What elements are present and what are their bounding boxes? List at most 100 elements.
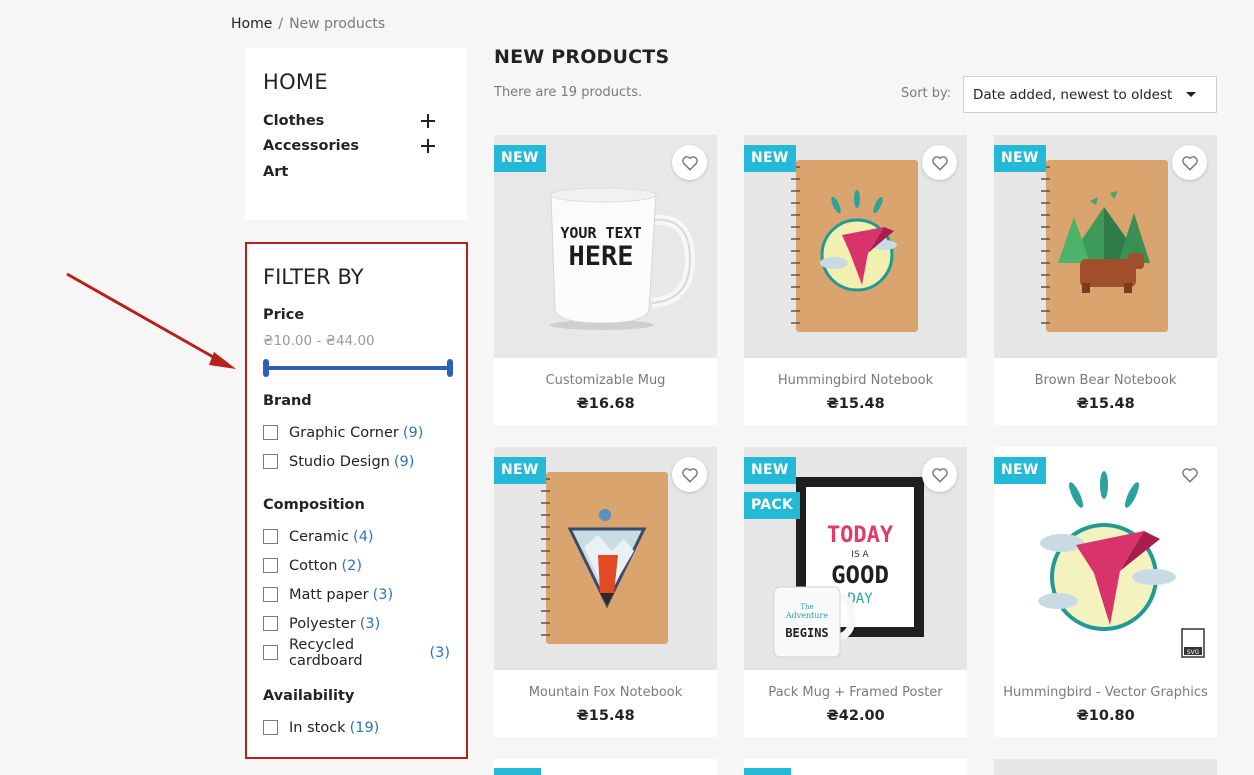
checkbox[interactable] — [263, 720, 278, 735]
product-card-hummingbird-notebook[interactable]: NEW Hummingbird Notebook ₴15.48 — [744, 135, 967, 425]
product-name[interactable]: Hummingbird - Vector Graphics — [994, 685, 1217, 700]
category-item-art[interactable]: Art — [263, 159, 449, 185]
badge-new: NEW — [744, 457, 796, 484]
wishlist-button[interactable] — [922, 457, 957, 492]
option-count: (9) — [393, 453, 415, 470]
product-card-pack-mug-poster[interactable]: TODAY IS A GOOD DAY The Adventure BEGINS… — [744, 447, 967, 737]
heart-icon — [681, 467, 698, 482]
checkbox[interactable] — [263, 645, 278, 660]
caret-down-icon — [1186, 92, 1196, 97]
product-name[interactable]: Customizable Mug — [494, 373, 717, 388]
category-item-accessories[interactable]: Accessories — [263, 134, 449, 160]
wishlist-button[interactable] — [1172, 145, 1207, 180]
mug-text-line-1: YOUR TEXT — [560, 224, 641, 242]
product-card-hummingbird-vector[interactable]: SVG NEW Hummingbird - Vector Graphics ₴1… — [994, 447, 1217, 737]
product-price: ₴10.80 — [1076, 708, 1135, 724]
category-tree: HOME Clothes Accessories Art — [245, 48, 467, 220]
product-name[interactable]: Mountain Fox Notebook — [494, 685, 717, 700]
breadcrumb-home-link[interactable]: Home — [231, 15, 272, 33]
option-count: (3) — [429, 644, 450, 661]
page-title: NEW PRODUCTS — [494, 46, 670, 68]
product-price: ₴42.00 — [826, 708, 885, 724]
facet-option-studio-design[interactable]: Studio Design (9) — [263, 447, 450, 476]
plus-icon[interactable] — [421, 113, 435, 128]
option-count: (19) — [349, 719, 380, 736]
option-label[interactable]: Ceramic — [289, 529, 349, 545]
product-card-brown-bear-notebook[interactable]: NEW Brown Bear Notebook ₴15.48 — [994, 135, 1217, 425]
facet-option-matt-paper[interactable]: Matt paper (3) — [263, 580, 450, 609]
plus-icon[interactable] — [421, 139, 435, 154]
product-name[interactable]: Pack Mug + Framed Poster — [744, 685, 967, 700]
category-item-clothes[interactable]: Clothes — [263, 108, 449, 134]
wishlist-button[interactable] — [1172, 457, 1207, 492]
facet-option-recycled-cardboard[interactable]: Recycled cardboard (3) — [263, 637, 450, 669]
poster-text-line-1: TODAY — [827, 523, 894, 548]
product-price: ₴15.48 — [576, 708, 635, 724]
heart-icon — [931, 467, 948, 482]
facet-title-price: Price — [263, 307, 305, 323]
breadcrumb-separator: / — [278, 16, 284, 32]
badge-new: NEW — [994, 145, 1046, 172]
option-label[interactable]: Recycled cardboard — [289, 637, 425, 669]
filter-panel-title: FILTER BY — [263, 265, 364, 289]
category-tree-title[interactable]: HOME — [263, 68, 449, 96]
category-list: Clothes Accessories Art — [263, 108, 449, 185]
checkbox[interactable] — [263, 425, 278, 440]
heart-icon — [931, 155, 948, 170]
checkbox[interactable] — [263, 529, 278, 544]
badge-pack: PACK — [744, 492, 801, 519]
option-label[interactable]: In stock — [289, 720, 346, 736]
facet-option-graphic-corner[interactable]: Graphic Corner (9) — [263, 418, 450, 447]
facet-title-brand: Brand — [263, 393, 312, 409]
badge-partial — [744, 768, 791, 775]
category-label[interactable]: Art — [263, 164, 288, 180]
brand-options: Graphic Corner (9) Studio Design (9) — [263, 418, 450, 476]
option-label[interactable]: Graphic Corner — [289, 425, 399, 441]
option-label[interactable]: Cotton — [289, 558, 337, 574]
facet-option-in-stock[interactable]: In stock (19) — [263, 713, 450, 742]
heart-icon — [1181, 467, 1198, 482]
small-mug-text-line-2: Adventure — [785, 611, 828, 620]
file-download-icon: SVG — [1181, 628, 1205, 658]
option-label[interactable]: Studio Design — [289, 454, 390, 470]
annotation-arrow-icon — [66, 272, 236, 369]
wishlist-button[interactable] — [672, 457, 707, 492]
price-slider[interactable] — [263, 358, 453, 378]
product-card-partial[interactable] — [994, 759, 1217, 775]
facet-option-ceramic[interactable]: Ceramic (4) — [263, 522, 450, 551]
product-name[interactable]: Brown Bear Notebook — [994, 373, 1217, 388]
product-card-customizable-mug[interactable]: YOUR TEXT HERE NEW Customizable Mug ₴16.… — [494, 135, 717, 425]
wishlist-button[interactable] — [922, 145, 957, 180]
mug-text-line-2: HERE — [568, 241, 633, 272]
product-card-mountain-fox-notebook[interactable]: NEW Mountain Fox Notebook ₴15.48 — [494, 447, 717, 737]
product-name[interactable]: Hummingbird Notebook — [744, 373, 967, 388]
product-price: ₴15.48 — [1076, 396, 1135, 412]
checkbox[interactable] — [263, 616, 278, 631]
badge-new: NEW — [994, 457, 1046, 484]
category-label[interactable]: Accessories — [263, 138, 359, 154]
facet-title-availability: Availability — [263, 688, 355, 704]
option-count: (4) — [353, 528, 374, 545]
checkbox[interactable] — [263, 454, 278, 469]
product-card-partial[interactable] — [744, 759, 967, 775]
product-card-partial[interactable] — [494, 759, 717, 775]
price-slider-min-handle[interactable] — [263, 359, 269, 377]
category-label[interactable]: Clothes — [263, 113, 324, 129]
option-label[interactable]: Matt paper — [289, 587, 369, 603]
checkbox[interactable] — [263, 587, 278, 602]
badge-partial — [494, 768, 541, 775]
products-count: There are 19 products. — [494, 85, 643, 100]
facet-option-cotton[interactable]: Cotton (2) — [263, 551, 450, 580]
poster-text-line-3: GOOD — [831, 561, 889, 589]
sort-dropdown[interactable]: Date added, newest to oldest — [963, 76, 1217, 113]
small-mug-text-line-3: BEGINS — [785, 626, 828, 640]
checkbox[interactable] — [263, 558, 278, 573]
breadcrumb-current: New products — [289, 16, 386, 32]
price-slider-max-handle[interactable] — [447, 359, 453, 377]
file-icon-label: SVG — [1187, 649, 1200, 656]
availability-facet: Availability In stock (19) — [263, 687, 450, 742]
wishlist-button[interactable] — [672, 145, 707, 180]
facet-option-polyester[interactable]: Polyester (3) — [263, 609, 450, 638]
option-label[interactable]: Polyester — [289, 616, 356, 632]
option-count: (2) — [341, 557, 362, 574]
